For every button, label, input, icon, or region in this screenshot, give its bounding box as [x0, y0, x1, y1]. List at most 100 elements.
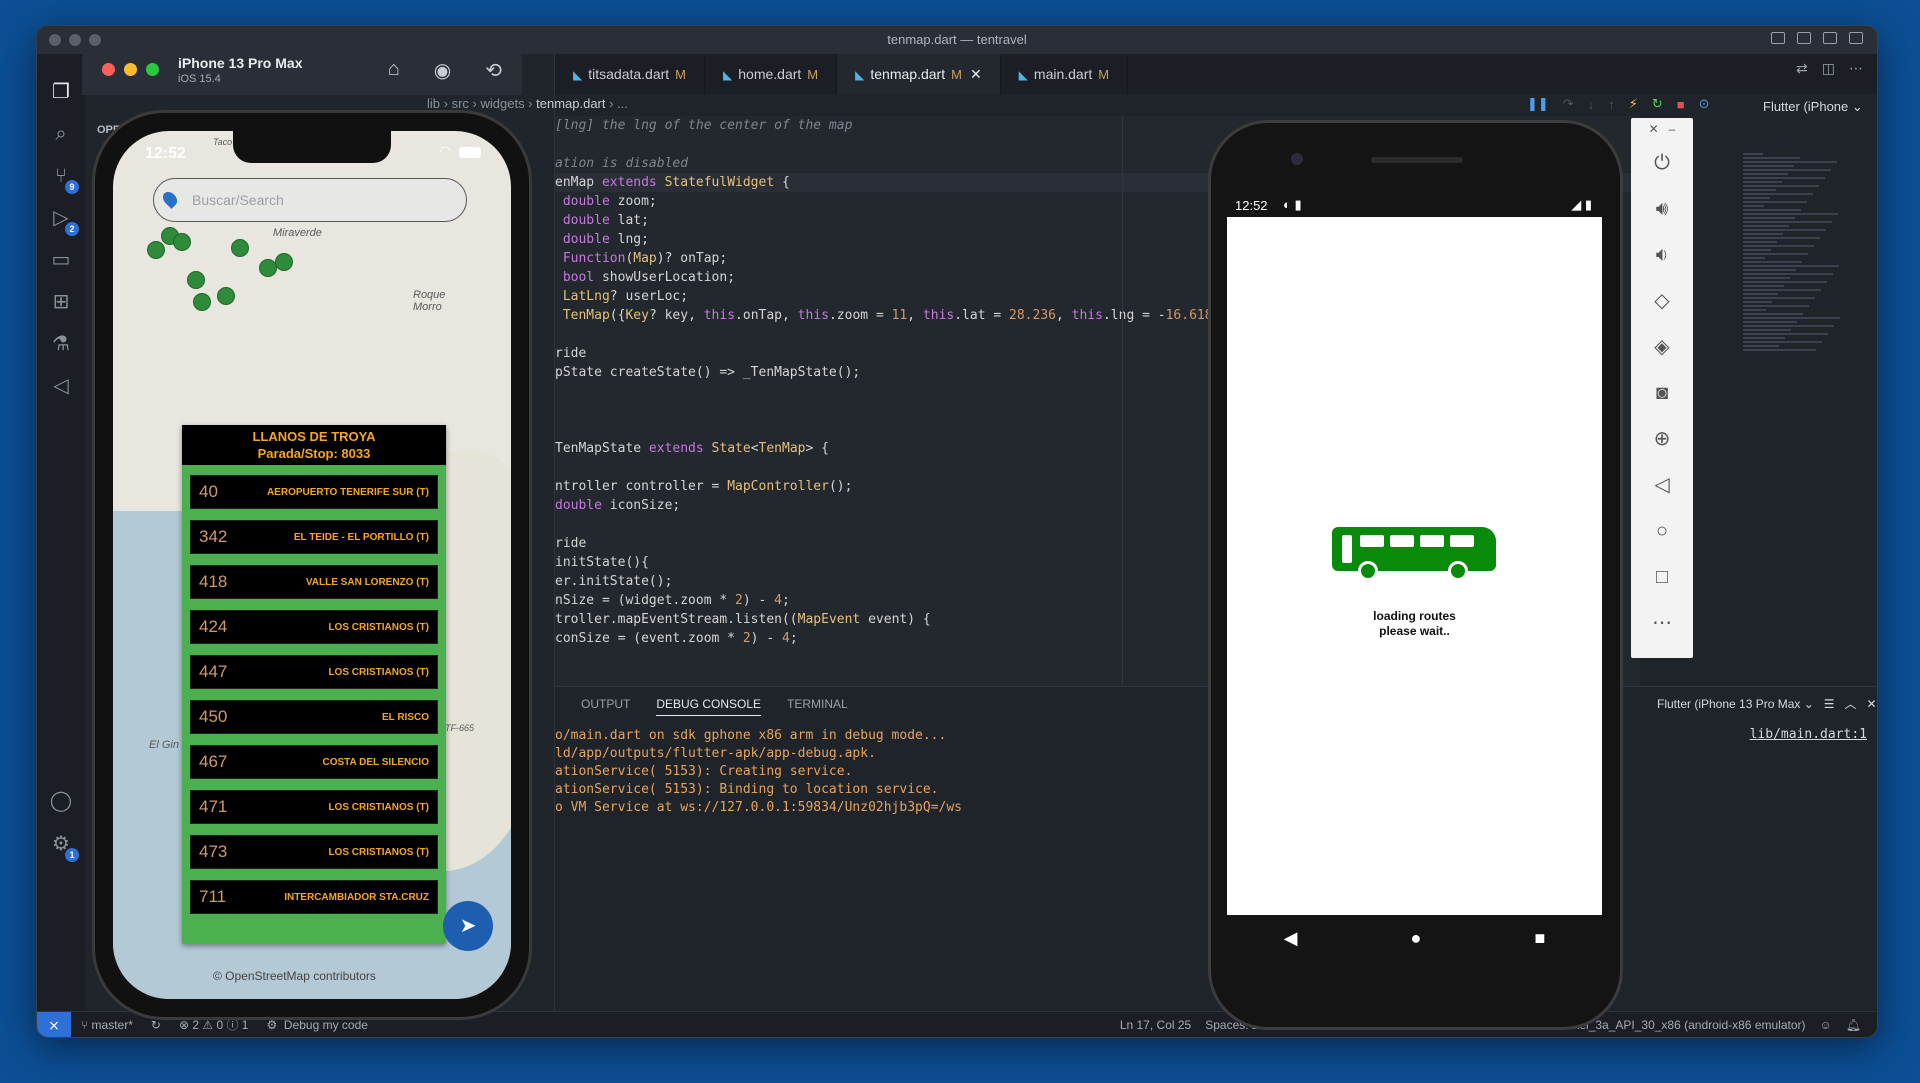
source-control-icon[interactable]: ⑂ 9	[49, 164, 79, 194]
toggle-panel-icon[interactable]	[1797, 32, 1811, 44]
account-icon[interactable]: ◯	[49, 789, 73, 813]
source-link[interactable]: lib/main.dart:1	[1750, 727, 1867, 742]
breadcrumb-widgets[interactable]: widgets	[480, 96, 524, 111]
route-row[interactable]: 418 VALLE SAN LORENZO (T)	[190, 565, 438, 599]
restart-icon[interactable]: ↻	[1652, 96, 1663, 112]
rotate-left-icon[interactable]: ◇	[1631, 278, 1693, 324]
route-row[interactable]: 467 COSTA DEL SILENCIO	[190, 745, 438, 779]
back-triangle-icon[interactable]: ◁	[1631, 462, 1693, 508]
bus-stop-marker[interactable]	[173, 233, 191, 251]
bus-stop-marker[interactable]	[147, 241, 165, 259]
overview-square-icon[interactable]: □	[1631, 554, 1693, 600]
flutter-device-select[interactable]: Flutter (iPhone ⌄	[1763, 99, 1863, 115]
debug-session-select[interactable]: Flutter (iPhone 13 Pro Max ⌄ ☰ ︿ ✕	[1657, 695, 1877, 712]
breadcrumb-src[interactable]: src	[452, 96, 469, 111]
home-circle-outline-icon[interactable]: ○	[1631, 508, 1693, 554]
compare-icon[interactable]: ⇄	[1796, 60, 1808, 77]
sim-os-version: iOS 15.4	[178, 73, 221, 85]
notifications-icon[interactable]: 🔔︎	[1846, 1012, 1861, 1037]
bus-stop-marker[interactable]	[275, 253, 293, 271]
remote-icon[interactable]: ⨯	[37, 1012, 71, 1037]
layout-icon[interactable]	[1849, 32, 1863, 44]
route-row[interactable]: 424 LOS CRISTIANOS (T)	[190, 610, 438, 644]
home-circle-icon[interactable]: ●	[1411, 928, 1422, 949]
step-over-icon[interactable]: ↷	[1563, 96, 1574, 112]
route-row[interactable]: 471 LOS CRISTIANOS (T)	[190, 790, 438, 824]
more-icon[interactable]: ⋯	[1631, 600, 1693, 646]
route-row[interactable]: 473 LOS CRISTIANOS (T)	[190, 835, 438, 869]
step-into-icon[interactable]: ↓	[1588, 97, 1595, 112]
battery-icon	[459, 147, 481, 158]
rotate-right-icon[interactable]: ◈	[1631, 324, 1693, 370]
location-pin-icon	[160, 189, 180, 209]
screenshot-icon[interactable]: ◉	[434, 58, 451, 83]
search-input[interactable]: Buscar/Search	[153, 178, 467, 222]
feedback-icon[interactable]: ☺	[1820, 1012, 1832, 1037]
my-location-button[interactable]: ➤	[443, 901, 493, 951]
tab-titsadata[interactable]: ◣ titsadata.dart M	[555, 54, 706, 94]
tab-main[interactable]: ◣ main.dart M	[1001, 54, 1129, 94]
tab-terminal[interactable]: TERMINAL	[787, 697, 848, 716]
emulator-close-icon[interactable]: ✕ –	[1631, 118, 1693, 140]
pause-icon[interactable]: ❚❚	[1527, 96, 1549, 112]
flutter-icon[interactable]: ◁	[49, 374, 73, 398]
route-row[interactable]: 447 LOS CRISTIANOS (T)	[190, 655, 438, 689]
volume-down-icon[interactable]: 🔉︎	[1631, 232, 1693, 278]
search-icon[interactable]: ⌕	[49, 122, 73, 146]
step-out-icon[interactable]: ↑	[1608, 97, 1615, 112]
tab-debug-console[interactable]: DEBUG CONSOLE	[656, 697, 762, 716]
power-icon[interactable]: ⏻	[1631, 140, 1693, 186]
run-debug-icon[interactable]: ▷ 2	[49, 206, 79, 236]
more-actions-icon[interactable]: ⋯	[1849, 60, 1863, 77]
camera-icon[interactable]: ◙	[1631, 370, 1693, 416]
extensions-icon[interactable]: ⊞	[49, 290, 73, 314]
testing-icon[interactable]: ⚗	[49, 332, 73, 356]
recents-icon[interactable]: ■	[1535, 928, 1546, 949]
cursor-position[interactable]: Ln 17, Col 25	[1120, 1012, 1191, 1037]
remote-explorer-icon[interactable]: ▭	[49, 248, 73, 272]
toggle-sidebar-icon[interactable]	[1771, 32, 1785, 44]
explorer-icon[interactable]: ❐	[49, 80, 73, 104]
back-icon[interactable]: ◀	[1284, 928, 1298, 949]
iphone-screen[interactable]: Miraverde Roque Morro El Gin TF-665 Taco…	[113, 131, 511, 999]
bus-stop-marker[interactable]	[187, 271, 205, 289]
split-editor-icon[interactable]: ◫	[1822, 60, 1835, 77]
tab-tenmap[interactable]: ◣ tenmap.dart M ✕	[837, 54, 1001, 94]
bus-stop-marker[interactable]	[231, 239, 249, 257]
stop-icon[interactable]: ■	[1677, 97, 1685, 112]
route-row[interactable]: 40 AEROPUERTO TENERIFE SUR (T)	[190, 475, 438, 509]
breadcrumb-symbol[interactable]: ...	[617, 96, 628, 111]
inspect-icon[interactable]: ⊙	[1699, 96, 1710, 112]
minimap[interactable]	[1743, 151, 1853, 401]
tab-output[interactable]: OUTPUT	[581, 697, 630, 716]
console-line: ld/app/outputs/flutter-apk/app-debug.apk…	[555, 746, 876, 761]
breadcrumb-lib[interactable]: lib	[427, 96, 440, 111]
code-line: double lng;	[562, 232, 649, 247]
close-dot[interactable]	[49, 34, 61, 46]
home-icon[interactable]: ⌂	[388, 58, 400, 83]
android-screen[interactable]: loading routes please wait..	[1227, 217, 1602, 915]
tab-home[interactable]: ◣ home.dart M	[705, 54, 838, 94]
zoom-icon[interactable]: ⊕	[1631, 416, 1693, 462]
bus-stop-marker[interactable]	[217, 287, 235, 305]
map-attribution[interactable]: © OpenStreetMap contributors	[213, 969, 376, 983]
bus-stop-marker[interactable]	[193, 293, 211, 311]
settings-gear-icon[interactable]: ⚙ 1	[49, 832, 79, 862]
branch-status[interactable]: ⑂ master*	[81, 1012, 133, 1037]
sim-minimize-button[interactable]	[124, 63, 137, 76]
minimize-dot[interactable]	[69, 34, 81, 46]
close-tab-icon[interactable]: ✕	[970, 66, 982, 82]
debug-console-output: o/main.dart on sdk gphone x86 arm in deb…	[555, 727, 962, 817]
sim-close-button[interactable]	[102, 63, 115, 76]
sim-zoom-button[interactable]	[146, 63, 159, 76]
route-row[interactable]: 450 EL RISCO	[190, 700, 438, 734]
volume-up-icon[interactable]: 🔊︎	[1631, 186, 1693, 232]
toggle-secondary-icon[interactable]	[1823, 32, 1837, 44]
breadcrumb-file[interactable]: tenmap.dart	[536, 96, 605, 111]
code-line: ride	[555, 536, 587, 551]
maximize-dot[interactable]	[89, 34, 101, 46]
hot-reload-icon[interactable]: ⚡	[1629, 96, 1638, 112]
route-row[interactable]: 711 INTERCAMBIADOR STA.CRUZ	[190, 880, 438, 914]
route-row[interactable]: 342 EL TEIDE - EL PORTILLO (T)	[190, 520, 438, 554]
rotate-icon[interactable]: ⟲	[485, 58, 502, 83]
